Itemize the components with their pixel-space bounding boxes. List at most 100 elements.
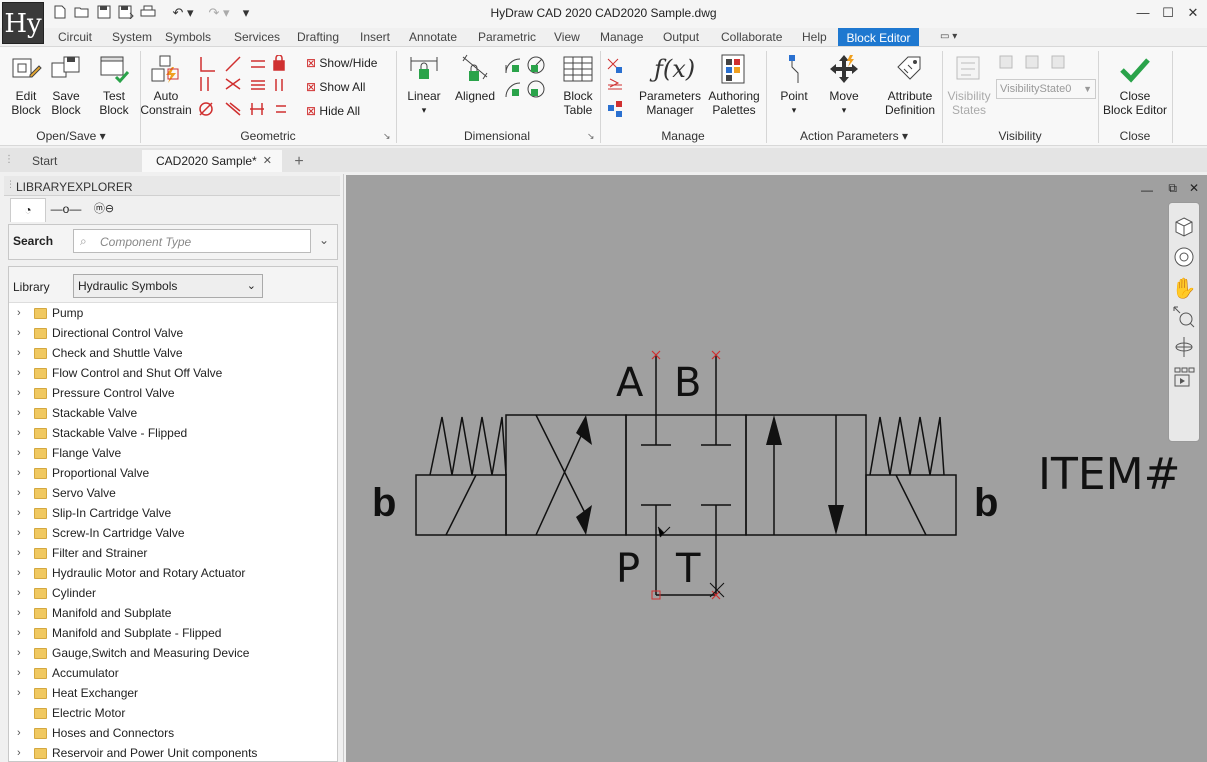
close-block-editor-button[interactable]: Close Block Editor bbox=[1100, 53, 1170, 117]
auto-constrain-button[interactable]: Auto Constrain bbox=[140, 53, 192, 117]
tab-start[interactable]: Start bbox=[18, 150, 138, 172]
chevron-right-icon[interactable]: › bbox=[17, 663, 27, 683]
add-tab-icon[interactable]: + bbox=[288, 152, 310, 172]
list-item[interactable]: › Servo Valve bbox=[9, 483, 337, 503]
chevron-right-icon[interactable]: › bbox=[17, 603, 27, 623]
chevron-right-icon[interactable]: › bbox=[17, 423, 27, 443]
list-item[interactable]: › Directional Control Valve bbox=[9, 323, 337, 343]
menu-circuit[interactable]: Circuit bbox=[54, 28, 96, 46]
tab-cad2020-sample[interactable]: CAD2020 Sample* ✕ bbox=[142, 150, 282, 172]
menu-drafting[interactable]: Drafting bbox=[293, 28, 343, 46]
menu-manage[interactable]: Manage bbox=[596, 28, 647, 46]
chevron-right-icon[interactable]: › bbox=[17, 383, 27, 403]
tab-library-components[interactable]: ⓜ⊖ bbox=[86, 198, 122, 222]
visibility-states-button[interactable]: Visibility States bbox=[944, 53, 994, 117]
chevron-right-icon[interactable]: › bbox=[17, 323, 27, 343]
manage-small-icons[interactable] bbox=[604, 55, 626, 121]
list-item[interactable]: › Proportional Valve bbox=[9, 463, 337, 483]
list-item[interactable]: › Slip-In Cartridge Valve bbox=[9, 503, 337, 523]
chevron-right-icon[interactable]: › bbox=[17, 303, 27, 323]
list-item[interactable]: › Pressure Control Valve bbox=[9, 383, 337, 403]
close-tab-icon[interactable]: ✕ bbox=[263, 150, 272, 172]
menu-system[interactable]: System bbox=[108, 28, 156, 46]
chevron-right-icon[interactable]: › bbox=[17, 583, 27, 603]
list-item[interactable]: › Cylinder bbox=[9, 583, 337, 603]
search-input[interactable]: ⌕ Component Type bbox=[73, 229, 311, 253]
edit-block-button[interactable]: Edit Block bbox=[6, 53, 46, 117]
list-item[interactable]: Electric Motor bbox=[9, 703, 337, 723]
menu-parametric[interactable]: Parametric bbox=[474, 28, 540, 46]
action-parameters-group-label[interactable]: Action Parameters ▾ bbox=[766, 128, 942, 144]
show-all-button[interactable]: ⊠ Show All bbox=[306, 77, 365, 97]
list-item[interactable]: › Check and Shuttle Valve bbox=[9, 343, 337, 363]
list-item[interactable]: › Screw-In Cartridge Valve bbox=[9, 523, 337, 543]
attribute-definition-button[interactable]: Attribute Definition bbox=[880, 53, 940, 117]
linear-button[interactable]: Linear ▾ bbox=[402, 53, 446, 117]
list-item[interactable]: › Reservoir and Power Unit components bbox=[9, 743, 337, 761]
list-item[interactable]: › Stackable Valve - Flipped bbox=[9, 423, 337, 443]
list-item[interactable]: › Pump bbox=[9, 303, 337, 323]
visibility-mode-icons[interactable] bbox=[998, 55, 1068, 69]
chevron-right-icon[interactable]: › bbox=[17, 723, 27, 743]
chevron-right-icon[interactable]: › bbox=[17, 543, 27, 563]
list-item[interactable]: › Filter and Strainer bbox=[9, 543, 337, 563]
chevron-right-icon[interactable]: › bbox=[17, 523, 27, 543]
dialog-launcher-icon[interactable]: ↘ bbox=[587, 131, 595, 142]
close-window-icon[interactable]: ✕ bbox=[1182, 4, 1204, 22]
dialog-launcher-icon[interactable]: ↘ bbox=[383, 131, 391, 142]
menu-services[interactable]: Services bbox=[230, 28, 284, 46]
menu-block-editor[interactable]: Block Editor bbox=[838, 28, 919, 46]
menu-insert[interactable]: Insert bbox=[356, 28, 394, 46]
menu-view[interactable]: View bbox=[550, 28, 584, 46]
chevron-right-icon[interactable]: › bbox=[17, 503, 27, 523]
open-save-group-label[interactable]: Open/Save ▾ bbox=[4, 128, 138, 144]
list-item[interactable]: › Heat Exchanger bbox=[9, 683, 337, 703]
chevron-right-icon[interactable]: › bbox=[17, 563, 27, 583]
chevron-right-icon[interactable]: › bbox=[17, 443, 27, 463]
angular-radial-icons[interactable] bbox=[502, 55, 548, 101]
chevron-right-icon[interactable]: › bbox=[17, 683, 27, 703]
menu-help[interactable]: Help bbox=[798, 28, 831, 46]
ribbon-toggle-icon[interactable]: ▭ ▾ bbox=[936, 28, 961, 46]
list-item[interactable]: › Flow Control and Shut Off Valve bbox=[9, 363, 337, 383]
list-item[interactable]: › Gauge,Switch and Measuring Device bbox=[9, 643, 337, 663]
move-button[interactable]: Move ▾ bbox=[822, 53, 866, 117]
show-hide-button[interactable]: ⊠ Show/Hide bbox=[306, 53, 377, 73]
list-item[interactable]: › Flange Valve bbox=[9, 443, 337, 463]
menu-annotate[interactable]: Annotate bbox=[405, 28, 461, 46]
geometric-constraints-icon[interactable] bbox=[196, 55, 296, 121]
parameters-manager-button[interactable]: ƒ(x) Parameters Manager bbox=[636, 53, 704, 117]
menu-output[interactable]: Output bbox=[659, 28, 703, 46]
chevron-right-icon[interactable]: › bbox=[17, 363, 27, 383]
test-block-button[interactable]: Test Block bbox=[94, 53, 134, 117]
drawing-canvas[interactable]: — ⧉ ✕ ✋ A B P T b b ITEM# bbox=[346, 175, 1207, 762]
list-item[interactable]: › Accumulator bbox=[9, 663, 337, 683]
chevron-right-icon[interactable]: › bbox=[17, 483, 27, 503]
block-table-button[interactable]: Block Table bbox=[556, 53, 600, 117]
menu-collaborate[interactable]: Collaborate bbox=[717, 28, 786, 46]
chevron-right-icon[interactable]: › bbox=[17, 403, 27, 423]
list-item[interactable]: › Stackable Valve bbox=[9, 403, 337, 423]
menu-symbols[interactable]: Symbols bbox=[161, 28, 215, 46]
library-select[interactable]: Hydraulic Symbols ⌄ bbox=[73, 274, 263, 298]
list-item[interactable]: › Manifold and Subplate - Flipped bbox=[9, 623, 337, 643]
list-item[interactable]: › Hoses and Connectors bbox=[9, 723, 337, 743]
minimize-icon[interactable]: — bbox=[1132, 4, 1154, 22]
list-item[interactable]: › Hydraulic Motor and Rotary Actuator bbox=[9, 563, 337, 583]
chevron-right-icon[interactable]: › bbox=[17, 623, 27, 643]
list-item[interactable]: › Manifold and Subplate bbox=[9, 603, 337, 623]
point-button[interactable]: Point ▾ bbox=[772, 53, 816, 117]
maximize-icon[interactable]: ☐ bbox=[1157, 4, 1179, 22]
hide-all-button[interactable]: ⊠ Hide All bbox=[306, 101, 360, 121]
chevron-down-icon[interactable]: ⌄ bbox=[319, 233, 329, 247]
save-block-button[interactable]: Save Block bbox=[46, 53, 86, 117]
tab-library-connect[interactable]: —o— bbox=[48, 198, 84, 222]
chevron-right-icon[interactable]: › bbox=[17, 743, 27, 761]
aligned-button[interactable]: Aligned bbox=[450, 53, 500, 103]
chevron-right-icon[interactable]: › bbox=[17, 463, 27, 483]
tab-library-browse[interactable]: ◔ bbox=[10, 198, 46, 222]
authoring-palettes-button[interactable]: Authoring Palettes bbox=[704, 53, 764, 117]
visibility-state-select[interactable]: VisibilityState0 ▼ bbox=[996, 79, 1096, 99]
chevron-right-icon[interactable]: › bbox=[17, 643, 27, 663]
chevron-right-icon[interactable]: › bbox=[17, 343, 27, 363]
